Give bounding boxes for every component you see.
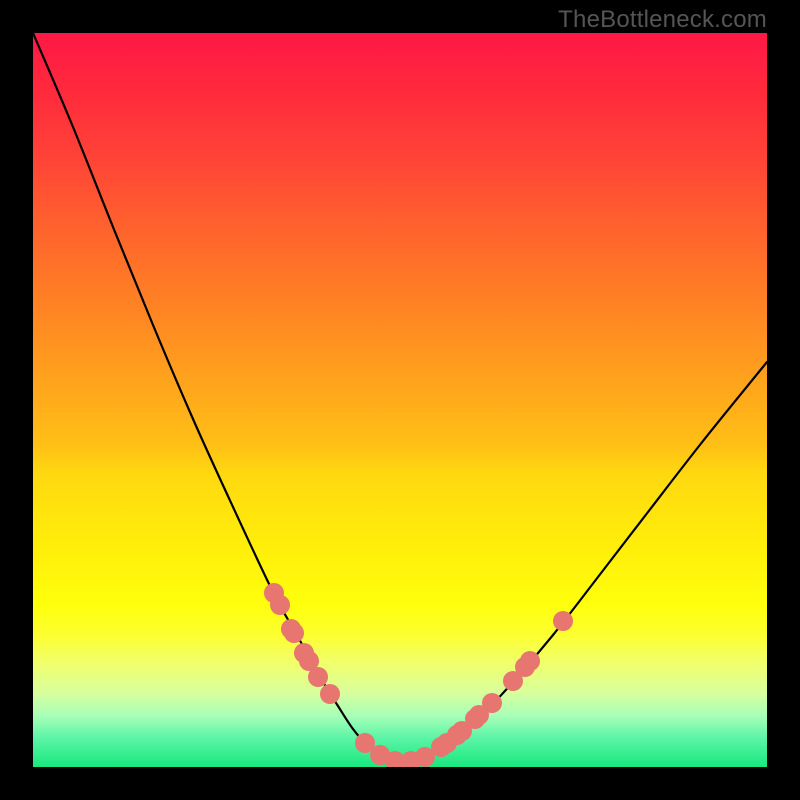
curve-path — [33, 33, 767, 763]
data-marker — [270, 595, 290, 615]
chart-frame: TheBottleneck.com — [0, 0, 800, 800]
marker-layer — [264, 583, 573, 767]
data-marker — [482, 693, 502, 713]
plot-area — [33, 33, 767, 767]
data-marker — [320, 684, 340, 704]
data-marker — [284, 623, 304, 643]
curve-svg — [33, 33, 767, 767]
watermark-text: TheBottleneck.com — [558, 6, 767, 34]
data-marker — [553, 611, 573, 631]
data-marker — [308, 667, 328, 687]
data-marker — [520, 651, 540, 671]
